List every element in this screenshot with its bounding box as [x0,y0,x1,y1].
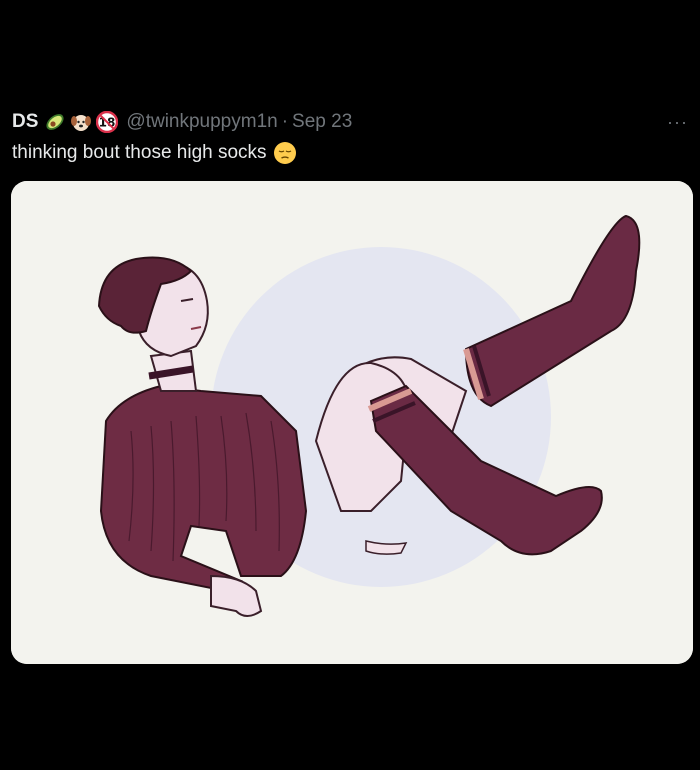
tweet-date[interactable]: Sep 23 [292,111,352,133]
pensive-face-icon [273,142,296,164]
tweet[interactable]: DS 18 @twinkpuppym1n · Sep 23 ··· thinki… [0,0,700,770]
no-under-18-icon: 18 [96,111,119,133]
user-handle[interactable]: @twinkpuppym1n [126,111,277,133]
tweet-text: thinking bout those high socks [12,141,297,165]
separator-dot: · [281,111,289,132]
tweet-image[interactable] [11,181,693,664]
illustration [11,181,693,664]
avocado-icon [46,114,64,130]
more-options-icon[interactable]: ··· [667,112,688,133]
tweet-text-content: thinking bout those high socks [12,142,267,163]
display-name[interactable]: DS [12,111,38,133]
puppy-icon [71,115,92,131]
tweet-header: DS 18 @twinkpuppym1n · Sep 23 [12,108,352,136]
